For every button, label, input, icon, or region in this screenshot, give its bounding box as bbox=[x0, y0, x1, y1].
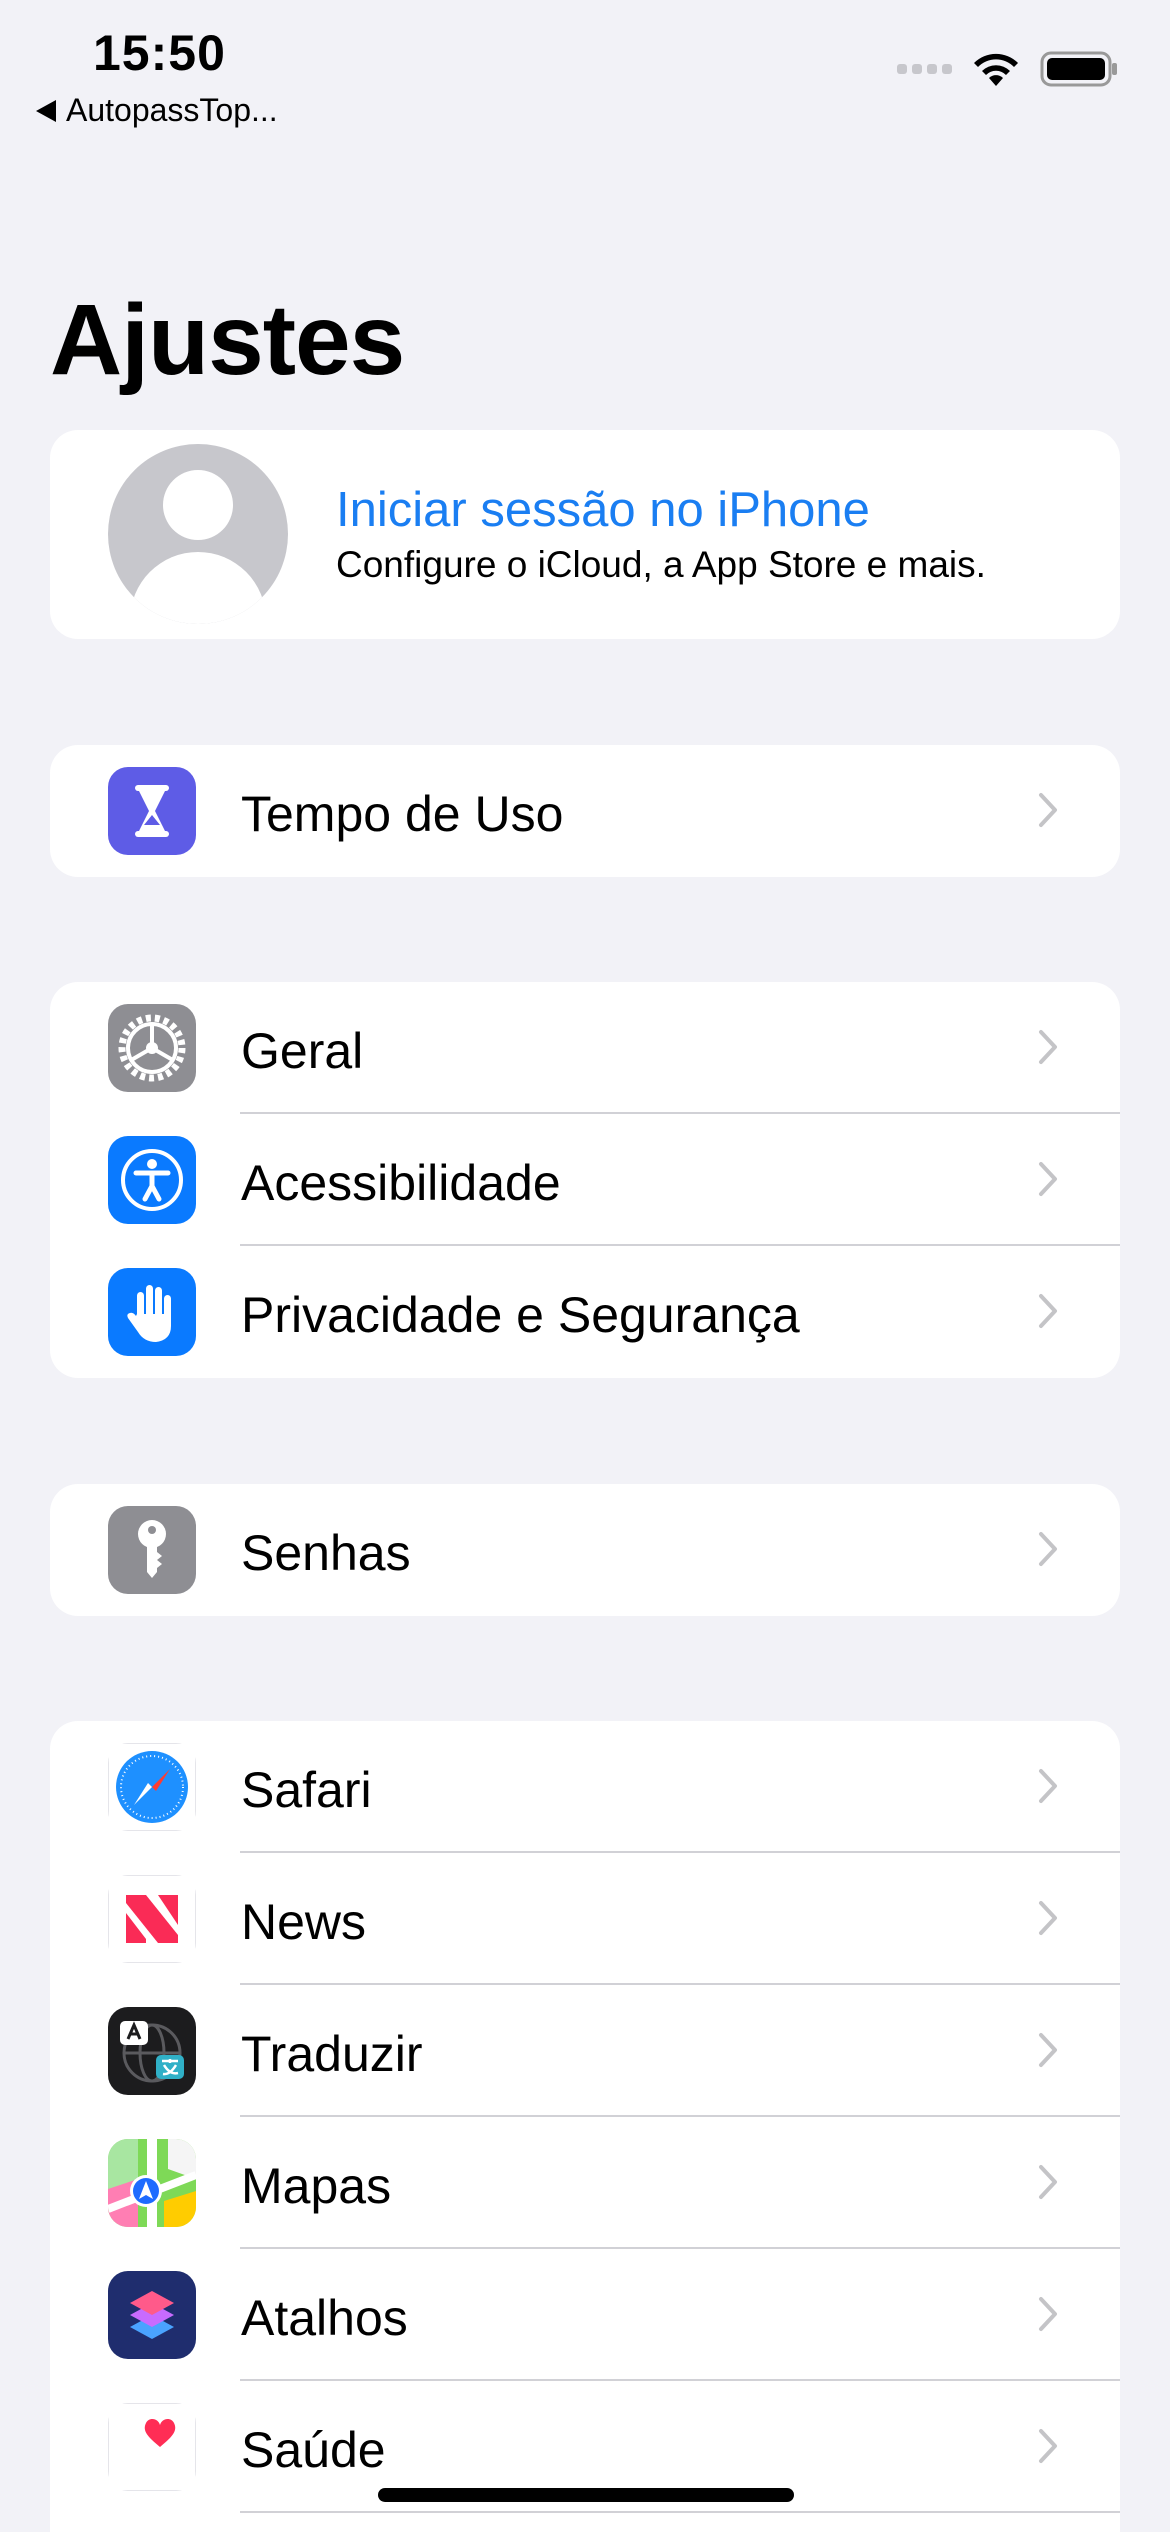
chevron-right-icon bbox=[1039, 1901, 1057, 1935]
row-divider bbox=[240, 2511, 1120, 2513]
chevron-right-icon bbox=[1039, 2297, 1057, 2331]
chevron-right-icon bbox=[1039, 2165, 1057, 2199]
cellular-signal-icon bbox=[897, 64, 952, 74]
maps-icon bbox=[108, 2139, 196, 2227]
settings-row-accessibility[interactable]: Acessibilidade bbox=[50, 1114, 1120, 1246]
status-indicators bbox=[897, 50, 1120, 88]
safari-compass-icon bbox=[108, 1743, 196, 1831]
passwords-group: Senhas bbox=[50, 1484, 1120, 1616]
settings-row-shortcuts[interactable]: Atalhos bbox=[50, 2249, 1120, 2381]
chevron-right-icon bbox=[1039, 793, 1057, 827]
system-group: Geral Acessibilidade Privacidade e Segur… bbox=[50, 982, 1120, 1378]
row-label: Saúde bbox=[241, 2422, 386, 2478]
row-label: News bbox=[241, 1894, 367, 1950]
row-label: Traduzir bbox=[241, 2026, 423, 2082]
heart-icon bbox=[108, 2403, 196, 2491]
row-label: Tempo de Uso bbox=[241, 786, 564, 842]
translate-icon bbox=[108, 2007, 196, 2095]
row-label: Atalhos bbox=[241, 2290, 408, 2346]
accessibility-icon bbox=[108, 1136, 196, 1224]
chevron-right-icon bbox=[1039, 1030, 1057, 1064]
row-label: Geral bbox=[241, 1023, 364, 1079]
key-icon bbox=[108, 1506, 196, 1594]
screen-time-group: Tempo de Uso bbox=[50, 745, 1120, 877]
chevron-right-icon bbox=[1039, 1769, 1057, 1803]
settings-row-passwords[interactable]: Senhas bbox=[50, 1484, 1120, 1616]
settings-row-safari[interactable]: Safari bbox=[50, 1721, 1120, 1853]
status-bar: 15:50 AutopassTop... bbox=[0, 0, 1170, 140]
chevron-right-icon bbox=[1039, 1532, 1057, 1566]
battery-icon bbox=[1040, 51, 1117, 87]
gear-icon bbox=[108, 1004, 196, 1092]
settings-row-screen-time[interactable]: Tempo de Uso bbox=[50, 745, 1120, 877]
news-icon bbox=[108, 1875, 196, 1963]
back-to-app-link[interactable]: AutopassTop... bbox=[36, 92, 278, 129]
row-label: Acessibilidade bbox=[241, 1155, 561, 1211]
row-label: Senhas bbox=[241, 1525, 411, 1581]
settings-row-general[interactable]: Geral bbox=[50, 982, 1120, 1114]
sign-in-title: Iniciar sessão no iPhone bbox=[336, 483, 870, 537]
row-label: Safari bbox=[241, 1762, 372, 1818]
chevron-right-icon bbox=[1039, 2033, 1057, 2067]
status-time: 15:50 bbox=[93, 25, 226, 81]
apps-group: Safari News Traduzir Mapas Atalhos Saúde bbox=[50, 1721, 1120, 2532]
chevron-right-icon bbox=[1039, 1162, 1057, 1196]
sign-in-subtitle: Configure o iCloud, a App Store e mais. bbox=[336, 544, 986, 585]
home-indicator[interactable] bbox=[378, 2488, 794, 2502]
chevron-right-icon bbox=[1039, 1294, 1057, 1328]
settings-row-maps[interactable]: Mapas bbox=[50, 2117, 1120, 2249]
hourglass-icon bbox=[108, 767, 196, 855]
row-label: Privacidade e Segurança bbox=[241, 1287, 800, 1343]
back-app-label: AutopassTop... bbox=[66, 92, 278, 128]
settings-row-translate[interactable]: Traduzir bbox=[50, 1985, 1120, 2117]
row-label: Mapas bbox=[241, 2158, 392, 2214]
wifi-icon bbox=[974, 53, 1018, 86]
page-title: Ajustes bbox=[50, 284, 405, 396]
settings-row-news[interactable]: News bbox=[50, 1853, 1120, 1985]
shortcuts-icon bbox=[108, 2271, 196, 2359]
chevron-right-icon bbox=[1039, 2429, 1057, 2463]
settings-row-privacy[interactable]: Privacidade e Segurança bbox=[50, 1246, 1120, 1378]
hand-icon bbox=[108, 1268, 196, 1356]
avatar-placeholder-icon bbox=[108, 444, 288, 624]
back-arrow-icon bbox=[36, 99, 56, 122]
sign-in-card[interactable]: Iniciar sessão no iPhone Configure o iCl… bbox=[50, 430, 1120, 639]
